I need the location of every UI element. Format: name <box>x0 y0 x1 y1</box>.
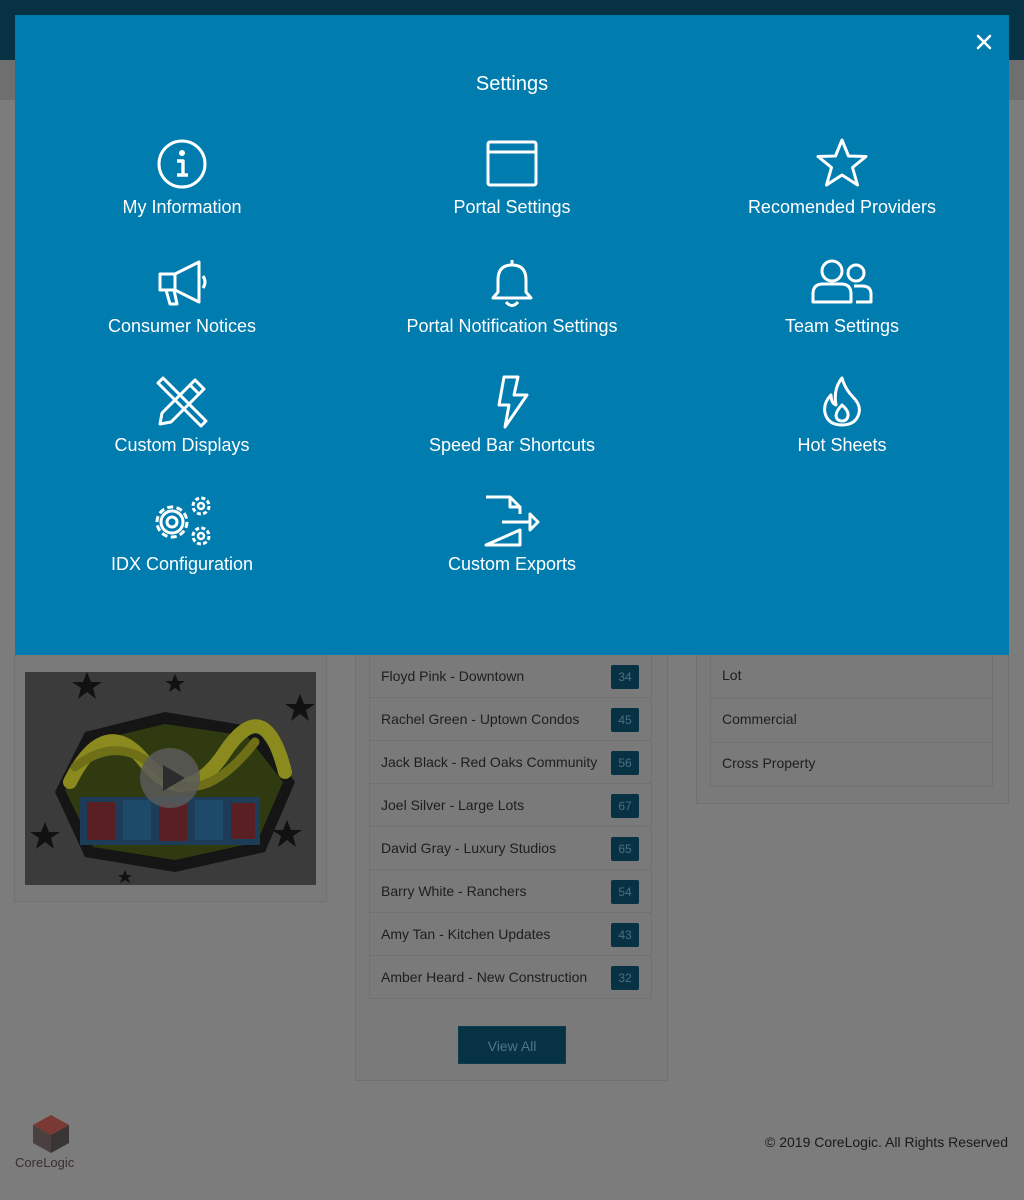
browser-window-icon <box>486 140 538 187</box>
count-badge: 54 <box>611 880 639 904</box>
tile-label: Portal Notification Settings <box>406 316 618 336</box>
tile-label: Team Settings <box>784 316 900 336</box>
tile-consumer-notices[interactable]: Consumer Notices <box>17 256 347 366</box>
tile-label: My Information <box>122 197 242 217</box>
file-export-icon <box>484 495 540 547</box>
count-badge: 65 <box>611 837 639 861</box>
list-item[interactable]: Joel Silver - Large Lots 67 <box>369 784 652 827</box>
list-item[interactable]: Lot <box>710 655 993 699</box>
tile-my-information[interactable]: My Information <box>17 137 347 247</box>
tile-label: Portal Settings <box>453 197 571 217</box>
list-item[interactable]: Amy Tan - Kitchen Updates 43 <box>369 913 652 956</box>
count-badge: 67 <box>611 794 639 818</box>
video-card <box>15 655 326 901</box>
list-item[interactable]: Rachel Green - Uptown Condos 45 <box>369 698 652 741</box>
list-item-label: Amy Tan - Kitchen Updates <box>381 926 551 942</box>
lightning-icon <box>497 375 529 429</box>
settings-modal: Settings My Information Portal Settings … <box>15 15 1009 655</box>
logo-core-text: Core <box>15 1155 44 1170</box>
tile-portal-settings[interactable]: Portal Settings <box>347 137 677 247</box>
tile-hot-sheets[interactable]: Hot Sheets <box>677 375 1007 485</box>
users-icon <box>811 259 873 304</box>
modal-title: Settings <box>475 73 549 95</box>
hotsheets-card: Floyd Pink - Downtown 34 Rachel Green - … <box>356 655 667 1080</box>
tile-team-settings[interactable]: Team Settings <box>677 256 1007 366</box>
list-item[interactable]: Amber Heard - New Construction 32 <box>369 956 652 999</box>
tile-recommended-providers[interactable]: Recomended Providers <box>677 137 1007 247</box>
megaphone-icon <box>158 260 207 306</box>
count-badge: 32 <box>611 966 639 990</box>
view-all-button[interactable]: View All <box>458 1026 566 1064</box>
list-item[interactable]: Floyd Pink - Downtown 34 <box>369 655 652 698</box>
tile-label: Custom Displays <box>114 435 250 455</box>
list-item-label: Amber Heard - New Construction <box>381 969 588 985</box>
list-item-label: Barry White - Ranchers <box>381 883 527 899</box>
list-item-label: Floyd Pink - Downtown <box>381 668 525 684</box>
pencil-ruler-icon <box>156 376 208 428</box>
list-item[interactable]: Cross Property <box>710 743 993 787</box>
close-icon[interactable] <box>973 31 995 53</box>
list-item[interactable]: Commercial <box>710 699 993 743</box>
corelogic-logo: CoreLogic <box>15 1115 95 1175</box>
tile-label: IDX Configuration <box>110 554 254 574</box>
tile-label: Custom Exports <box>447 554 577 574</box>
play-icon[interactable] <box>140 748 200 808</box>
count-badge: 45 <box>611 708 639 732</box>
hotsheets-list: Floyd Pink - Downtown 34 Rachel Green - … <box>369 655 652 999</box>
property-types-card: Lot Commercial Cross Property <box>697 655 1008 803</box>
count-badge: 56 <box>611 751 639 775</box>
list-item[interactable]: David Gray - Luxury Studios 65 <box>369 827 652 870</box>
count-badge: 34 <box>611 665 639 689</box>
logo-wordmark: CoreLogic <box>15 1155 74 1170</box>
list-item[interactable]: Barry White - Ranchers 54 <box>369 870 652 913</box>
copyright-text: © 2019 CoreLogic. All Rights Reserved <box>765 1134 1008 1150</box>
star-icon <box>816 138 868 187</box>
logo-logic-text: Logic <box>43 1155 75 1170</box>
count-badge: 43 <box>611 923 639 947</box>
gears-icon <box>155 496 211 546</box>
corelogic-logo-mark <box>33 1115 69 1153</box>
tile-custom-displays[interactable]: Custom Displays <box>17 375 347 485</box>
tile-speed-bar-shortcuts[interactable]: Speed Bar Shortcuts <box>347 375 677 485</box>
list-item-label: David Gray - Luxury Studios <box>381 840 557 856</box>
list-item-label: Rachel Green - Uptown Condos <box>381 711 580 727</box>
tile-label: Hot Sheets <box>797 435 887 455</box>
tile-custom-exports[interactable]: Custom Exports <box>347 494 677 604</box>
video-thumbnail[interactable] <box>25 672 316 885</box>
list-item[interactable]: Jack Black - Red Oaks Community 56 <box>369 741 652 784</box>
tile-label: Speed Bar Shortcuts <box>428 435 596 455</box>
tile-label: Recomended Providers <box>747 197 937 217</box>
tile-portal-notification-settings[interactable]: Portal Notification Settings <box>347 256 677 366</box>
list-item-label: Jack Black - Red Oaks Community <box>381 754 598 770</box>
bell-icon <box>491 260 533 307</box>
flame-icon <box>823 376 861 427</box>
tile-idx-configuration[interactable]: IDX Configuration <box>17 494 347 604</box>
property-types-list: Lot Commercial Cross Property <box>710 655 993 787</box>
info-icon <box>157 139 207 189</box>
list-item-label: Joel Silver - Large Lots <box>381 797 525 813</box>
tile-label: Consumer Notices <box>107 316 257 336</box>
